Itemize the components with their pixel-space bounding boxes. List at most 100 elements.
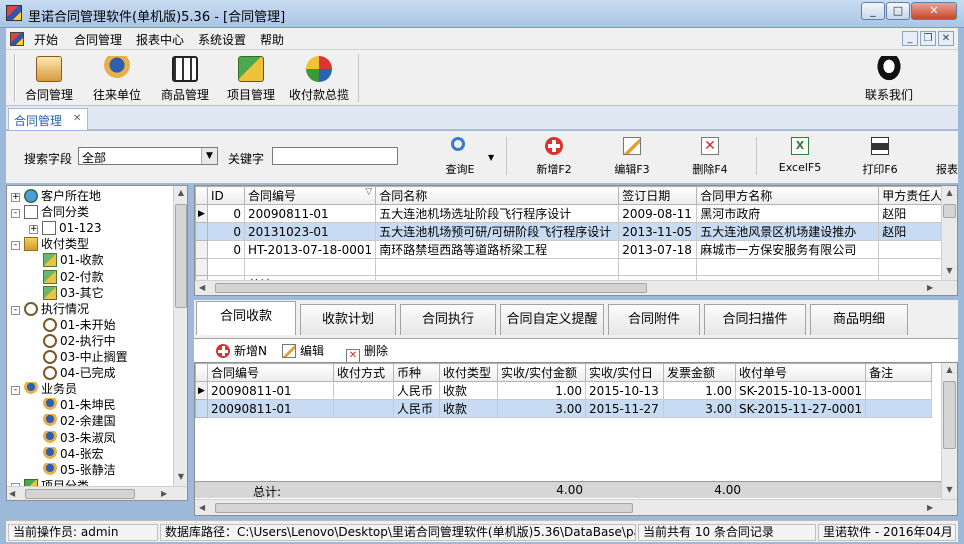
column-header[interactable]: 合同名称 bbox=[375, 186, 620, 205]
column-header[interactable]: 合同编号 ▽ bbox=[243, 186, 377, 205]
column-header[interactable]: 收付单号 bbox=[734, 363, 867, 382]
scroll-thumb[interactable] bbox=[943, 204, 956, 218]
column-header[interactable]: 合同编号 bbox=[207, 363, 334, 382]
tree-node[interactable]: 05-张静洁 bbox=[29, 462, 116, 478]
scroll-thumb[interactable] bbox=[175, 204, 187, 308]
query-button[interactable]: 查询E bbox=[438, 135, 482, 179]
table-cell[interactable]: 收款 bbox=[439, 381, 498, 400]
contracts-horizontal-scrollbar[interactable]: ◀ ▶ bbox=[195, 280, 957, 295]
tree-node[interactable]: +01-123 bbox=[29, 220, 102, 236]
minimize-button[interactable]: _ bbox=[861, 2, 885, 20]
tab-contract-execution[interactable]: 合同执行 bbox=[400, 304, 496, 335]
scroll-up-icon[interactable]: ▲ bbox=[174, 188, 187, 197]
table-cell[interactable]: 20090811-01 bbox=[207, 399, 334, 418]
menu-system-settings[interactable]: 系统设置 bbox=[198, 31, 246, 48]
table-cell[interactable]: 2015-10-13 bbox=[585, 381, 664, 400]
column-header[interactable]: 甲方责任人 bbox=[878, 186, 947, 205]
table-cell[interactable]: 赵阳 bbox=[878, 204, 947, 223]
scroll-thumb[interactable] bbox=[25, 489, 135, 499]
table-cell[interactable]: 2015-11-27 bbox=[585, 399, 664, 418]
edit-button[interactable]: 编辑F3 bbox=[604, 135, 660, 179]
column-header[interactable]: 实收/实付日 bbox=[585, 363, 664, 382]
column-header[interactable]: 合同甲方名称 bbox=[696, 186, 880, 205]
tree-node[interactable]: 04-张宏 bbox=[29, 446, 104, 462]
column-header[interactable]: 收付类型 bbox=[439, 363, 498, 382]
table-cell[interactable] bbox=[865, 399, 933, 418]
table-cell[interactable]: 3.00 bbox=[663, 399, 736, 418]
keyword-input[interactable] bbox=[272, 147, 398, 165]
excel-button[interactable]: X ExcelF5 bbox=[772, 135, 828, 179]
table-row[interactable]: ▶ 20090811-01 人民币 收款 1.00 2015-10-13 1.0… bbox=[195, 381, 933, 400]
column-header[interactable]: 备注 bbox=[865, 363, 933, 382]
tree-vertical-scrollbar[interactable]: ▲ ▼ bbox=[173, 186, 187, 486]
table-row[interactable]: 0 HT-2013-07-18-0001 南环路禁垣西路等道路桥梁工程 2013… bbox=[195, 240, 947, 259]
tree-node[interactable]: 04-已完成 bbox=[29, 365, 116, 381]
tree-node[interactable]: 01-收款 bbox=[29, 252, 104, 268]
tab-close-icon[interactable]: ✕ bbox=[73, 113, 81, 124]
menu-contract-management[interactable]: 合同管理 bbox=[74, 31, 122, 48]
table-cell[interactable]: 五大连池机场选址阶段飞行程序设计 bbox=[375, 204, 620, 223]
tree-node[interactable]: 01-朱坤民 bbox=[29, 397, 116, 413]
tab-custom-reminder[interactable]: 合同自定义提醒 bbox=[500, 304, 604, 335]
mdi-close-icon[interactable]: ✕ bbox=[938, 31, 954, 46]
receipt-add-button[interactable]: 新增N bbox=[216, 342, 267, 360]
table-cell[interactable]: 0 bbox=[207, 240, 245, 259]
mdi-restore-icon[interactable]: ❐ bbox=[920, 31, 936, 46]
tab-contract-management[interactable]: 合同管理 ✕ bbox=[8, 108, 88, 130]
tree-node[interactable]: 02-余建国 bbox=[29, 413, 116, 429]
tab-contract-receipts[interactable]: 合同收款 bbox=[196, 301, 296, 335]
table-cell[interactable]: HT-2013-07-18-0001 bbox=[243, 240, 377, 259]
tree-node[interactable]: + 客户所在地 bbox=[11, 188, 101, 204]
scroll-thumb[interactable] bbox=[943, 381, 956, 449]
delete-button[interactable]: ✕ 删除F4 bbox=[682, 135, 738, 179]
table-row[interactable]: ▶ 0 20090811-01 五大连池机场选址阶段飞行程序设计 2009-08… bbox=[195, 204, 947, 223]
tree-horizontal-scrollbar[interactable]: ◀ ▶ bbox=[7, 486, 187, 500]
column-header[interactable]: 签订日期 bbox=[618, 186, 698, 205]
menu-start[interactable]: 开始 bbox=[34, 31, 58, 48]
toolbar-contact-button[interactable]: 联系我们 bbox=[856, 54, 922, 104]
tab-attachments[interactable]: 合同附件 bbox=[608, 304, 700, 335]
tab-product-details[interactable]: 商品明细 bbox=[810, 304, 908, 335]
collapse-icon[interactable]: - bbox=[11, 209, 20, 219]
table-cell[interactable]: 1.00 bbox=[663, 381, 736, 400]
scroll-left-icon[interactable]: ◀ bbox=[9, 489, 15, 498]
toolbar-partners-button[interactable]: 往来单位 bbox=[88, 54, 146, 104]
mdi-minimize-icon[interactable]: _ bbox=[902, 31, 918, 46]
toolbar-products-button[interactable]: 商品管理 bbox=[156, 54, 214, 104]
column-header[interactable]: 实收/实付金额 bbox=[497, 363, 586, 382]
collapse-icon[interactable]: - bbox=[11, 305, 20, 315]
scroll-right-icon[interactable]: ▶ bbox=[161, 489, 167, 498]
table-cell[interactable]: 0 bbox=[207, 204, 245, 223]
scroll-left-icon[interactable]: ◀ bbox=[199, 503, 205, 512]
scroll-right-icon[interactable]: ▶ bbox=[927, 503, 933, 512]
table-cell[interactable]: 五大连池风景区机场建设推办 bbox=[696, 222, 880, 241]
table-cell[interactable]: 赵阳 bbox=[878, 222, 947, 241]
tab-scans[interactable]: 合同扫描件 bbox=[704, 304, 806, 335]
scroll-left-icon[interactable]: ◀ bbox=[199, 283, 205, 292]
report-button[interactable]: 报表 bbox=[936, 135, 958, 179]
collapse-icon[interactable]: - bbox=[11, 241, 20, 251]
receipt-delete-button[interactable]: ✕ 删除 bbox=[346, 342, 388, 363]
tree-node[interactable]: - 执行情况 bbox=[11, 301, 89, 317]
tree-node[interactable]: 03-朱淑凤 bbox=[29, 430, 116, 446]
table-cell[interactable]: 收款 bbox=[439, 399, 498, 418]
receipt-edit-button[interactable]: 编辑 bbox=[282, 342, 324, 360]
collapse-icon[interactable]: - bbox=[11, 386, 20, 396]
table-cell[interactable]: 麻城市一方保安服务有限公司 bbox=[696, 240, 880, 259]
column-header[interactable]: ID bbox=[207, 186, 245, 205]
receipts-vertical-scrollbar[interactable]: ▲ ▼ bbox=[941, 363, 957, 499]
toolbar-contracts-button[interactable]: 合同管理 bbox=[20, 54, 78, 104]
search-field-select[interactable]: 全部 ▼ bbox=[78, 147, 218, 165]
table-cell[interactable]: SK-2015-11-27-0001 bbox=[734, 399, 867, 418]
scroll-thumb[interactable] bbox=[215, 503, 633, 513]
menu-report-center[interactable]: 报表中心 bbox=[136, 31, 184, 48]
scroll-thumb[interactable] bbox=[215, 283, 647, 293]
scroll-down-icon[interactable]: ▼ bbox=[942, 266, 957, 275]
tree-node[interactable]: - 业务员 bbox=[11, 381, 77, 397]
table-cell[interactable]: 2013-07-18 bbox=[618, 240, 698, 259]
table-cell[interactable]: 人民币 bbox=[393, 399, 440, 418]
contracts-vertical-scrollbar[interactable]: ▲ ▼ bbox=[941, 186, 957, 280]
table-cell[interactable] bbox=[333, 381, 394, 400]
table-row[interactable]: 20090811-01 人民币 收款 3.00 2015-11-27 3.00 … bbox=[195, 399, 933, 418]
menu-help[interactable]: 帮助 bbox=[260, 31, 284, 48]
